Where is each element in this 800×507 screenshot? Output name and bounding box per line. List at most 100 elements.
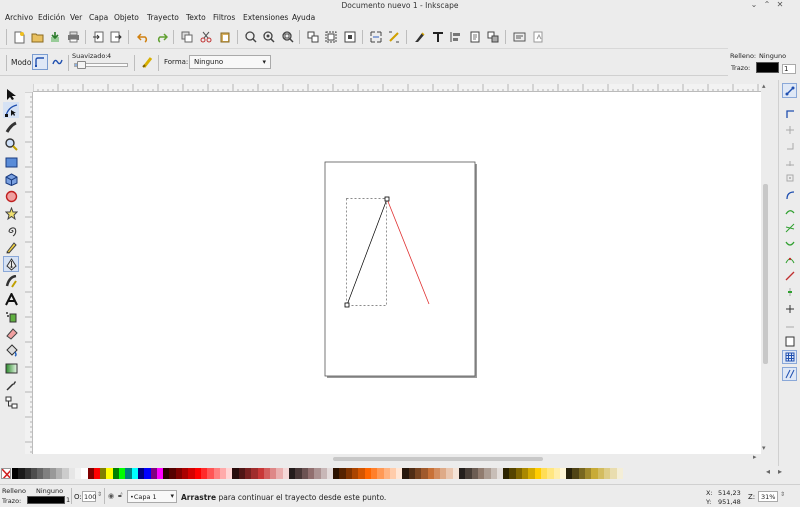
canvas-svg[interactable] [33, 92, 761, 454]
opacity-stepper-icon[interactable]: ⇕ [97, 491, 102, 498]
stroke-width-field[interactable]: 1 [782, 64, 796, 74]
snap-smooth-nodes-icon[interactable] [783, 253, 797, 267]
path-end-node[interactable] [384, 196, 390, 202]
group-icon[interactable] [306, 30, 320, 44]
snap-rotation-center-icon[interactable] [783, 302, 797, 316]
align-distribute-icon[interactable] [449, 30, 463, 44]
palette-scroll-left-icon[interactable]: ◂ [766, 467, 770, 476]
document-properties-icon[interactable] [468, 30, 482, 44]
menu-objeto[interactable]: Objeto [114, 13, 139, 22]
3d-box-tool[interactable] [3, 171, 19, 187]
spray-tool[interactable] [3, 308, 19, 324]
snap-grid-button[interactable] [782, 350, 797, 364]
stroke-color-swatch[interactable] [756, 62, 779, 73]
eraser-tool[interactable] [3, 325, 19, 341]
vertical-scroll-thumb[interactable] [763, 184, 768, 364]
zoom-stepper-icon[interactable]: ⇕ [780, 491, 785, 498]
vertical-scrollbar[interactable]: ▴ ▾ [761, 82, 771, 460]
snap-cusp-nodes-icon[interactable] [783, 237, 797, 251]
text-tool[interactable] [3, 291, 19, 307]
connector-tool[interactable] [3, 394, 19, 410]
snap-object-midpoints-icon[interactable] [783, 285, 797, 299]
palette-menu-icon[interactable]: ▸ [778, 467, 782, 476]
transform-icon[interactable] [486, 30, 500, 44]
export-icon[interactable] [109, 30, 123, 44]
snap-toggle-button[interactable] [782, 83, 797, 98]
shape-select[interactable]: Ninguno ▾ [189, 55, 271, 69]
menu-filtros[interactable]: Filtros [213, 13, 235, 22]
status-fill-value[interactable]: Ninguno [36, 487, 63, 495]
print-icon[interactable] [66, 30, 80, 44]
object-to-path-icon[interactable] [369, 30, 383, 44]
horizontal-scroll-thumb[interactable] [333, 457, 543, 461]
eye-icon[interactable]: ◉ [108, 492, 114, 500]
maximize-button[interactable]: ⌃ [762, 0, 772, 9]
snap-nodes-icon[interactable] [783, 188, 797, 202]
pen-tool[interactable] [3, 256, 19, 272]
snap-page-border-icon[interactable] [783, 334, 797, 348]
style-indicator[interactable]: Relleno: Ninguno Trazo: 1 [728, 50, 800, 76]
zoom-selection-icon[interactable] [244, 30, 258, 44]
palette-swatch[interactable] [616, 468, 623, 479]
zoom-drawing-icon[interactable] [262, 30, 276, 44]
snap-bbox-center-icon[interactable] [783, 171, 797, 185]
dropper-tool[interactable] [3, 377, 19, 393]
status-stroke-swatch[interactable] [27, 496, 65, 504]
layer-select[interactable]: •Capa 1 ▾ [127, 490, 177, 503]
minimize-button[interactable]: ⌄ [749, 0, 759, 9]
star-tool[interactable] [3, 205, 19, 221]
undo-icon[interactable] [136, 30, 150, 44]
vertical-ruler[interactable] [25, 92, 33, 454]
document-metadata-icon[interactable] [531, 30, 545, 44]
cut-icon[interactable] [199, 30, 213, 44]
pencil-tool[interactable] [3, 239, 19, 255]
horizontal-scrollbar[interactable]: ▸ [33, 453, 761, 463]
status-stroke-width[interactable]: 1 [66, 496, 70, 504]
xml-editor-icon[interactable] [413, 30, 427, 44]
zoom-tool[interactable] [3, 136, 19, 152]
snap-text-baseline-icon[interactable] [783, 318, 797, 332]
stroke-to-path-icon[interactable] [387, 30, 401, 44]
open-icon[interactable] [30, 30, 44, 44]
menu-edicion[interactable]: Edición [38, 13, 65, 22]
paste-icon[interactable] [218, 30, 232, 44]
mode-bezier-button[interactable] [32, 54, 48, 70]
lock-icon[interactable]: 🔓︎ [118, 491, 123, 500]
text-font-icon[interactable] [431, 30, 445, 44]
drawing-canvas[interactable] [33, 92, 761, 454]
rectangle-tool[interactable] [3, 154, 19, 170]
menu-capa[interactable]: Capa [89, 13, 108, 22]
paint-bucket-tool[interactable] [3, 342, 19, 358]
scroll-right-icon[interactable]: ▸ [753, 453, 757, 461]
no-paint-swatch[interactable] [1, 468, 11, 479]
calligraphy-tool[interactable] [3, 273, 19, 289]
scroll-up-icon[interactable]: ▴ [762, 82, 766, 90]
node-tool[interactable] [3, 102, 19, 118]
scroll-down-icon[interactable]: ▾ [762, 444, 766, 452]
close-button[interactable]: ✕ [775, 0, 785, 9]
zoom-page-icon[interactable] [281, 30, 295, 44]
smoothing-slider-handle[interactable] [77, 61, 86, 69]
ungroup-icon[interactable] [324, 30, 338, 44]
menu-ver[interactable]: Ver [70, 13, 82, 22]
tweak-tool[interactable] [3, 119, 19, 135]
preferences-icon[interactable] [512, 30, 526, 44]
snap-bbox-midpoint-icon[interactable] [783, 155, 797, 169]
ellipse-tool[interactable] [3, 188, 19, 204]
menu-texto[interactable]: Texto [186, 13, 206, 22]
menu-extensiones[interactable]: Extensiones [243, 13, 288, 22]
clone-icon[interactable] [343, 30, 357, 44]
snap-bbox-icon[interactable] [783, 107, 797, 121]
reset-smoothing-button[interactable] [140, 55, 154, 69]
selector-tool[interactable] [3, 86, 19, 102]
horizontal-ruler[interactable] [33, 84, 768, 92]
new-document-icon[interactable] [12, 30, 26, 44]
snap-bbox-corner-icon[interactable] [783, 139, 797, 153]
snap-paths-icon[interactable] [783, 205, 797, 219]
zoom-field[interactable]: 31% [758, 491, 778, 502]
mode-spiro-button[interactable] [50, 54, 64, 70]
redo-icon[interactable] [154, 30, 168, 44]
save-icon[interactable] [48, 30, 62, 44]
import-icon[interactable] [91, 30, 105, 44]
menu-ayuda[interactable]: Ayuda [292, 13, 315, 22]
